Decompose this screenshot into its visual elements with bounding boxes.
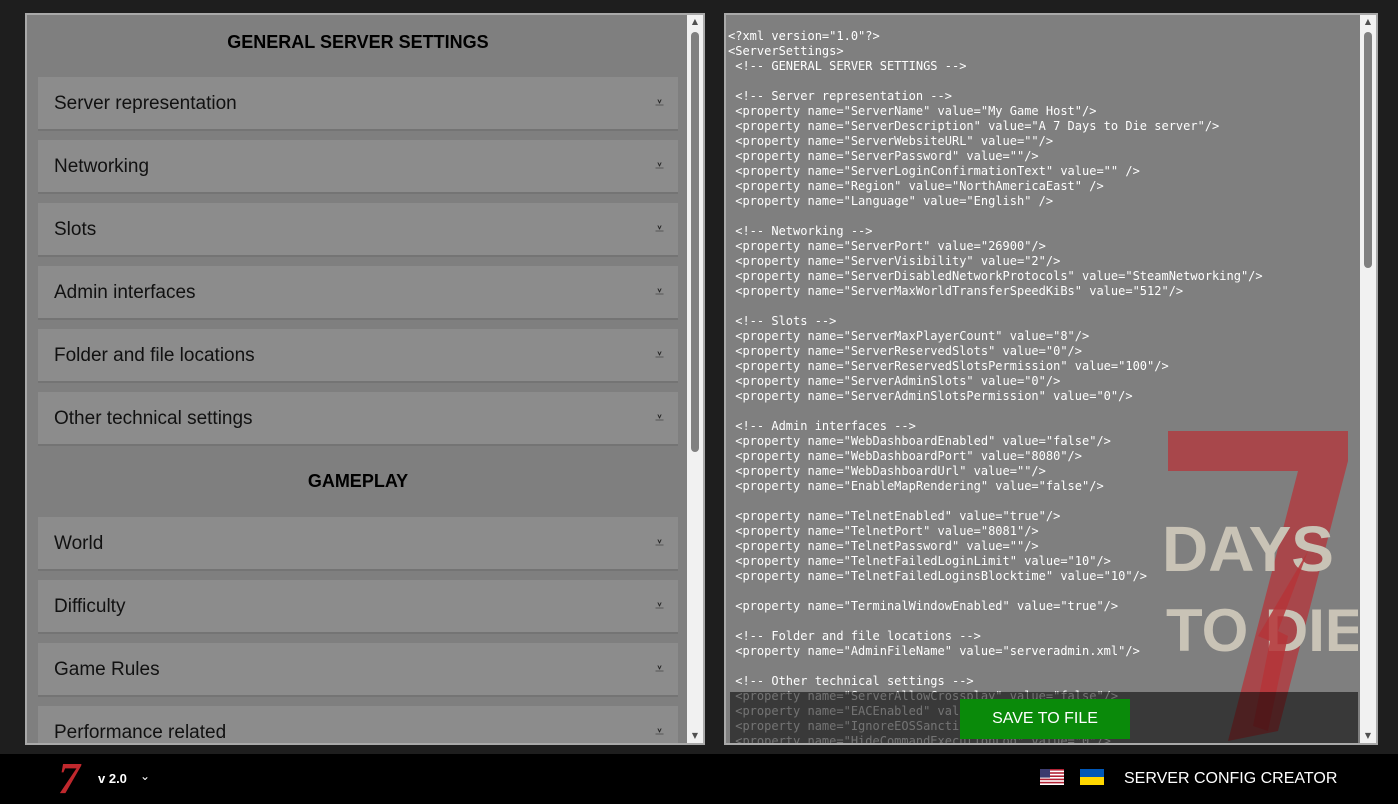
accordion-admin-interfaces[interactable]: Admin interfaces ⩡	[38, 266, 678, 320]
accordion-slots[interactable]: Slots ⩡	[38, 203, 678, 257]
scroll-down-icon[interactable]: ▼	[687, 729, 703, 743]
xml-preview-panel: <?xml version="1.0"?> <ServerSettings> <…	[724, 13, 1378, 745]
right-scrollbar[interactable]: ▲ ▼	[1360, 15, 1376, 743]
expand-icon: ⩡	[654, 282, 664, 301]
accordion-game-rules[interactable]: Game Rules ⩡	[38, 643, 678, 697]
expand-icon: ⩡	[654, 156, 664, 175]
expand-icon: ⩡	[654, 722, 664, 741]
accordion-world[interactable]: World ⩡	[38, 517, 678, 571]
footer-bar: 7 v 2.0 ⌄ SERVER CONFIG CREATOR	[0, 754, 1398, 804]
scroll-down-icon[interactable]: ▼	[1360, 729, 1376, 743]
settings-accordion-panel: GENERAL SERVER SETTINGS Server represent…	[25, 13, 705, 745]
save-to-file-button[interactable]: SAVE TO FILE	[960, 699, 1130, 739]
accordion-folder-file-locations[interactable]: Folder and file locations ⩡	[38, 329, 678, 383]
expand-icon: ⩡	[654, 219, 664, 238]
accordion-performance-related[interactable]: Performance related ⩡	[38, 706, 678, 743]
gameplay-title: GAMEPLAY	[307, 471, 409, 491]
accordion-other-technical-settings[interactable]: Other technical settings ⩡	[38, 392, 678, 446]
scroll-thumb[interactable]	[691, 32, 699, 452]
general-settings-title: GENERAL SERVER SETTINGS	[227, 32, 489, 52]
accordion-label: World	[54, 533, 104, 554]
accordion-server-representation[interactable]: Server representation ⩡	[38, 77, 678, 131]
accordion-label: Slots	[54, 219, 97, 240]
accordion-label: Performance related	[54, 722, 227, 743]
expand-icon: ⩡	[654, 533, 664, 552]
logo-line1: DAYS	[1162, 513, 1334, 585]
expand-icon: ⩡	[654, 408, 664, 427]
expand-icon: ⩡	[654, 659, 664, 678]
accordion-networking[interactable]: Networking ⩡	[38, 140, 678, 194]
brand-logo: 7	[58, 754, 80, 803]
save-toolbar: SAVE TO FILE	[730, 692, 1358, 743]
expand-icon: ⩡	[654, 93, 664, 112]
accordion-label: Admin interfaces	[54, 282, 196, 303]
scroll-thumb[interactable]	[1364, 32, 1372, 268]
accordion-label: Folder and file locations	[54, 345, 255, 366]
accordion-difficulty[interactable]: Difficulty ⩡	[38, 580, 678, 634]
accordion-label: Other technical settings	[54, 408, 253, 429]
accordion-label: Game Rules	[54, 659, 160, 680]
us-flag-icon[interactable]	[1040, 769, 1064, 785]
version-selector[interactable]: v 2.0	[98, 771, 127, 786]
expand-icon: ⩡	[654, 596, 664, 615]
left-scrollbar[interactable]: ▲ ▼	[687, 15, 703, 743]
accordion-label: Server representation	[54, 93, 237, 114]
ua-flag-icon[interactable]	[1080, 769, 1104, 785]
scroll-up-icon[interactable]: ▲	[1360, 15, 1376, 29]
app-title: SERVER CONFIG CREATOR	[1124, 770, 1338, 787]
chevron-down-icon[interactable]: ⌄	[140, 769, 150, 783]
accordion-label: Difficulty	[54, 596, 126, 617]
accordion-label: Networking	[54, 156, 150, 177]
scroll-up-icon[interactable]: ▲	[687, 15, 703, 29]
expand-icon: ⩡	[654, 345, 664, 364]
